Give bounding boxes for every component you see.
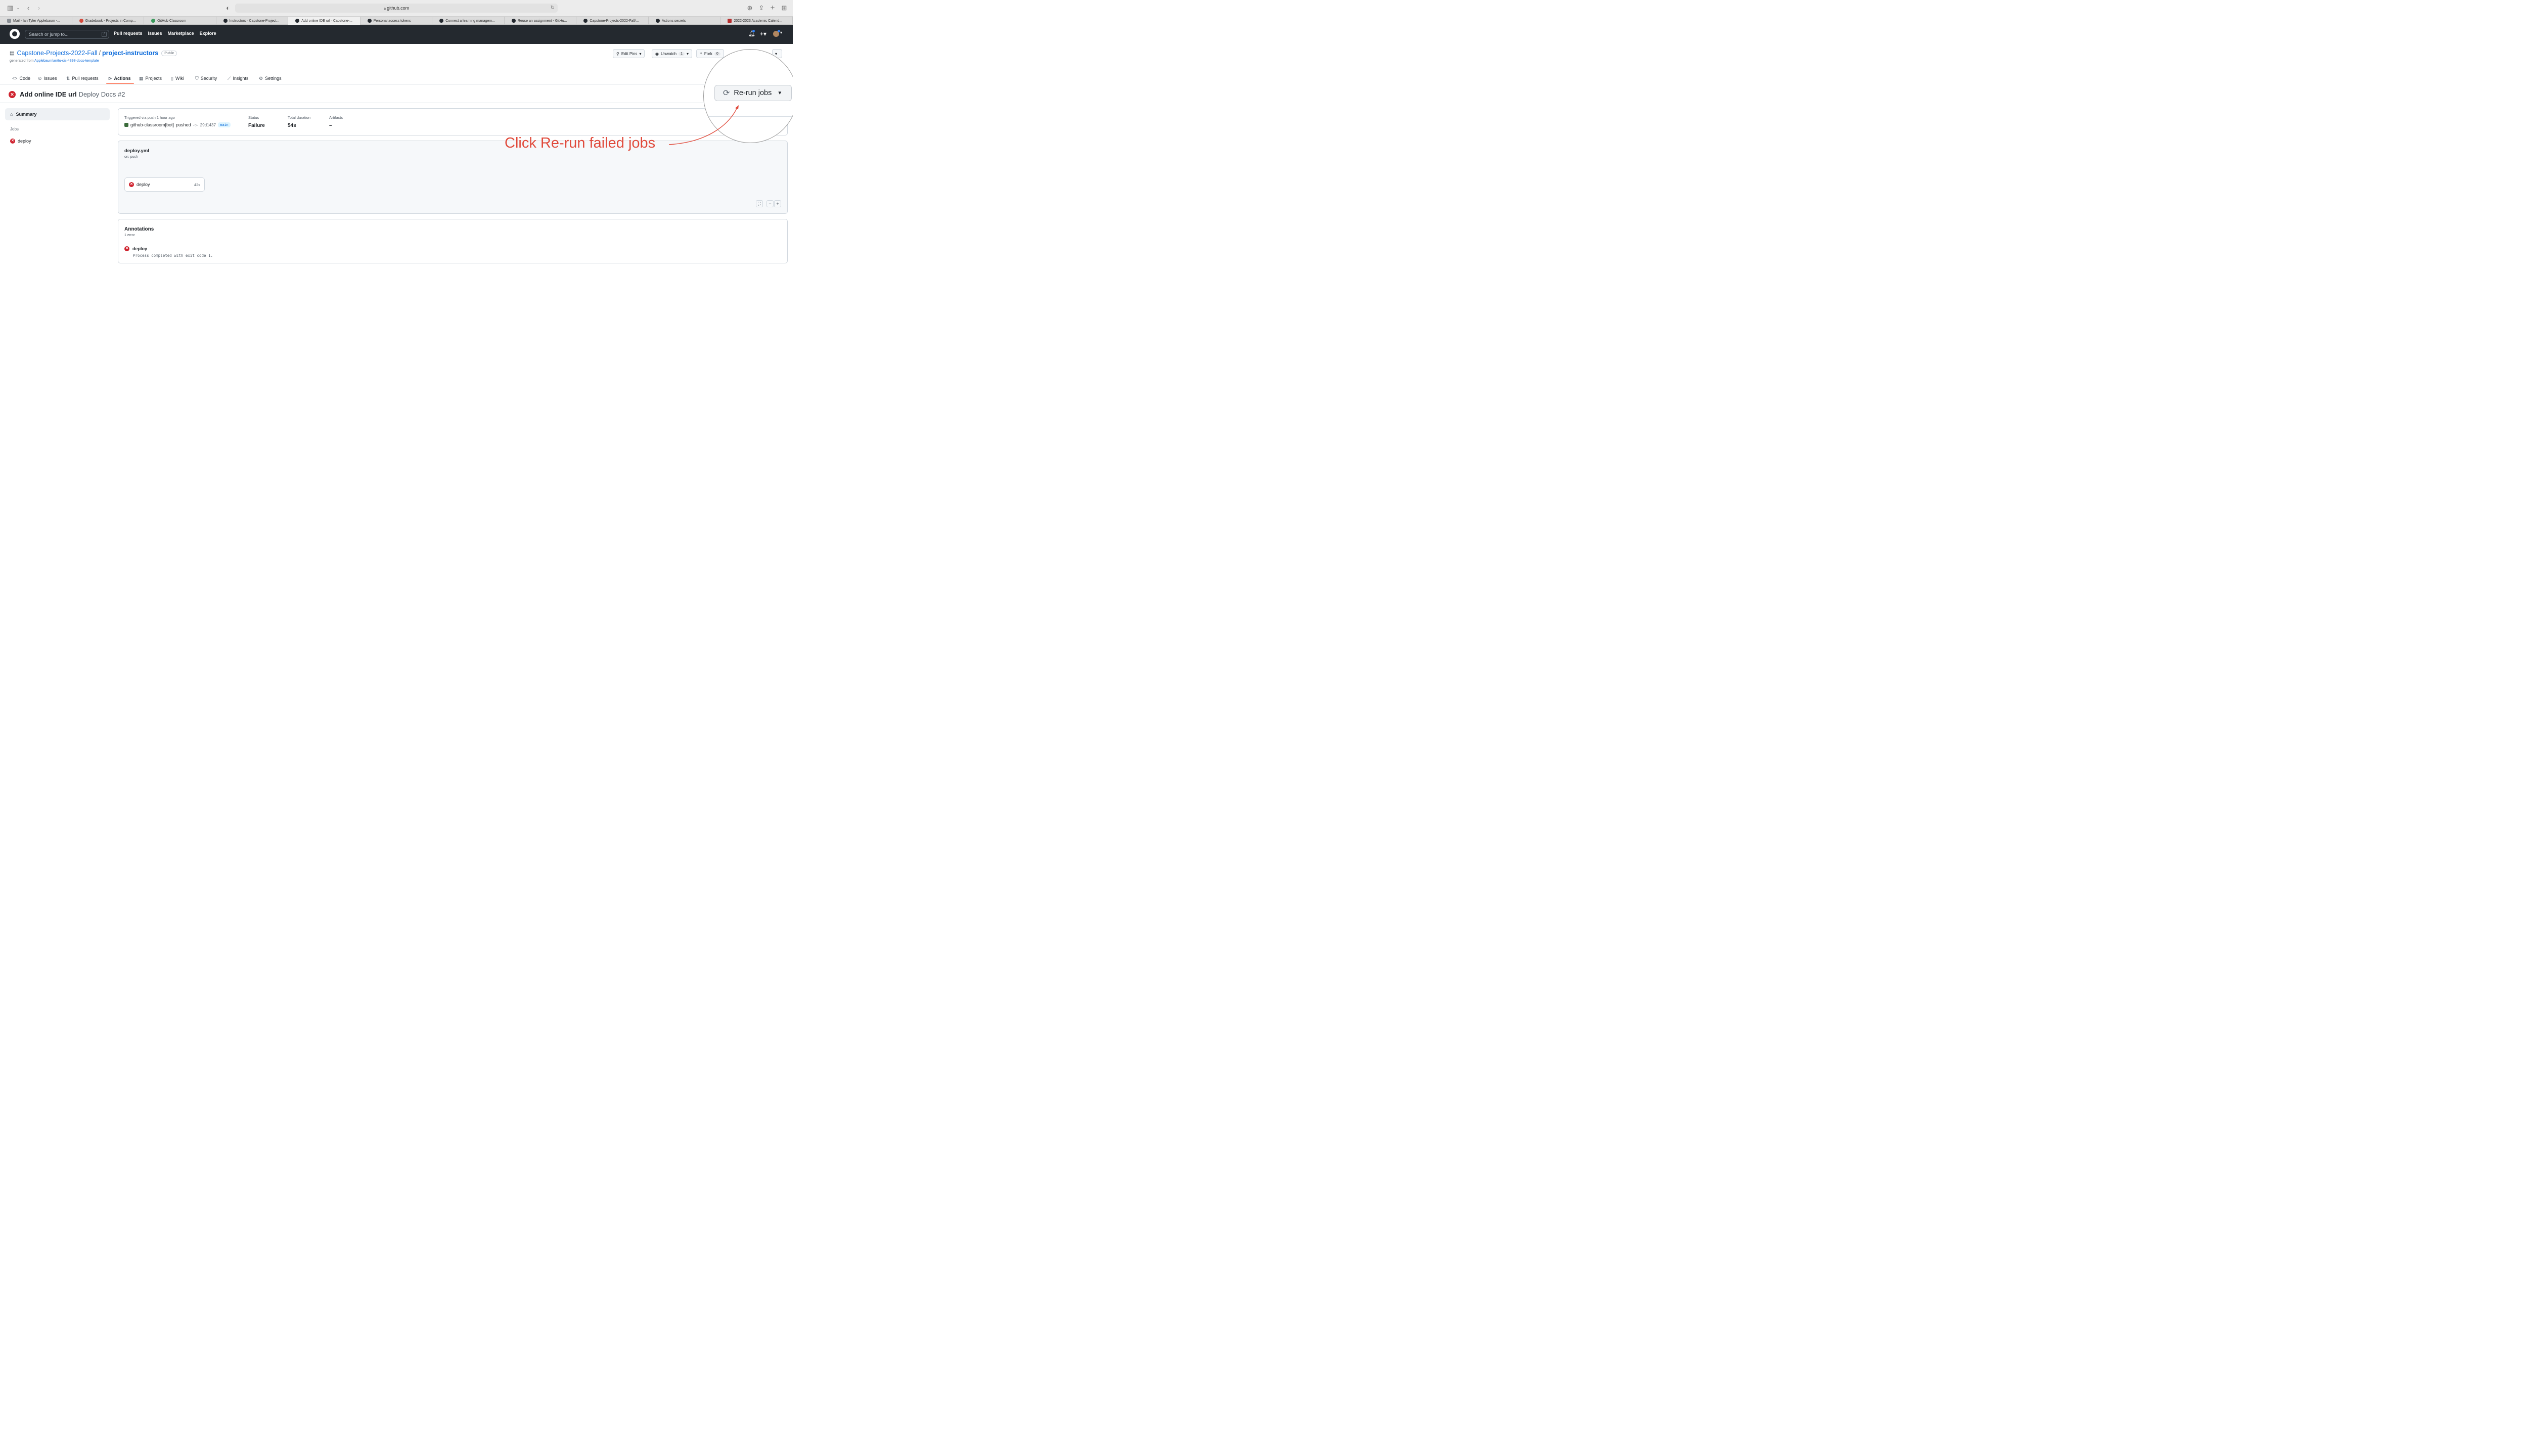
arrow-line [668, 107, 738, 145]
instruction-text: Click Re-run failed jobs [505, 135, 656, 151]
instruction-arrow [668, 105, 739, 145]
arrow-head [735, 105, 739, 109]
